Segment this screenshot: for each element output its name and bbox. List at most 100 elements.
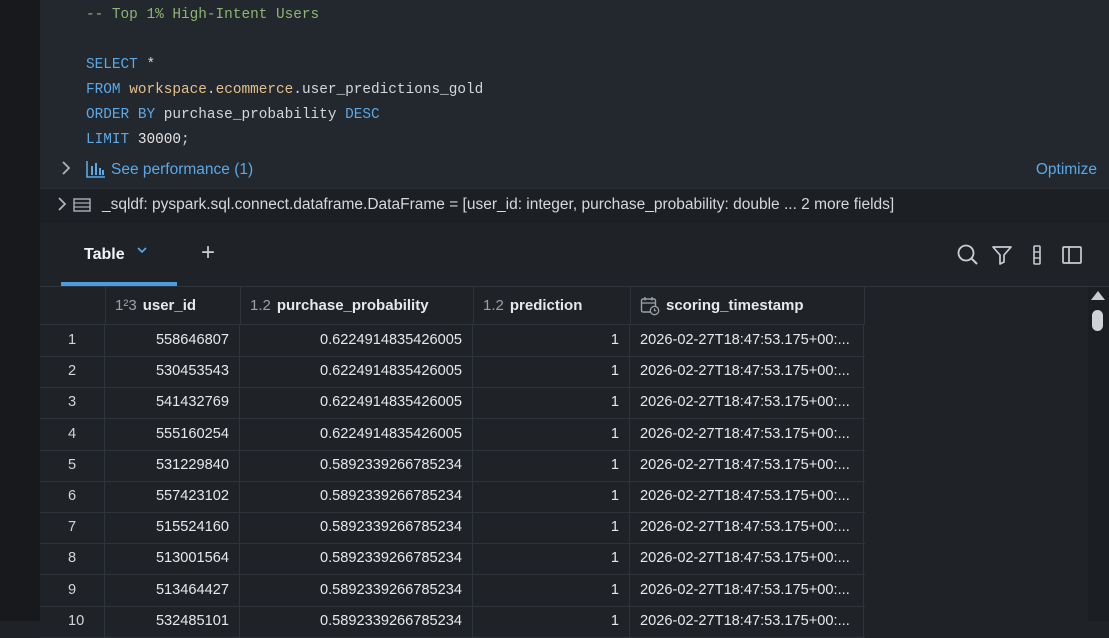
cell-user-id[interactable]: 513464427 <box>105 574 240 606</box>
column-name: user_id <box>142 297 197 314</box>
cell-purchase-probability[interactable]: 0.5892339266785234 <box>240 543 473 575</box>
table-row[interactable]: 9 513464427 0.5892339266785234 1 2026-02-27T… <box>40 574 865 607</box>
sql-keyword-limit: LIMIT <box>86 132 130 148</box>
table-row[interactable]: 4 555160254 0.6224914835426005 1 2026-02-27T… <box>40 418 865 451</box>
chevron-right-icon[interactable] <box>61 161 71 178</box>
column-header-prediction[interactable]: 1.2 prediction <box>473 287 631 325</box>
cell-prediction[interactable]: 1 <box>473 512 630 544</box>
chevron-right-icon[interactable] <box>57 197 67 214</box>
double-type-icon: 1.2 <box>483 297 504 314</box>
cell-prediction[interactable]: 1 <box>473 449 630 481</box>
cell-prediction[interactable]: 1 <box>473 356 630 388</box>
search-icon[interactable] <box>956 243 980 267</box>
cell-scoring-timestamp[interactable]: 2026-02-27T18:47:53.175+00:... <box>630 543 864 575</box>
row-index[interactable]: 4 <box>40 418 105 450</box>
row-index[interactable]: 2 <box>40 356 105 388</box>
row-index[interactable]: 5 <box>40 449 105 481</box>
code-line-order: ORDER BY purchase_probability DESC <box>86 105 380 125</box>
row-index[interactable]: 9 <box>40 574 105 606</box>
row-index[interactable]: 10 <box>40 605 105 637</box>
optimize-link[interactable]: Optimize <box>1036 161 1097 179</box>
double-type-icon: 1.2 <box>250 297 271 314</box>
sql-comment: -- Top 1% High-Intent Users <box>86 7 320 23</box>
cell-scoring-timestamp[interactable]: 2026-02-27T18:47:53.175+00:... <box>630 387 864 419</box>
cell-purchase-probability[interactable]: 0.6224914835426005 <box>240 325 473 356</box>
cell-user-id[interactable]: 530453543 <box>105 356 240 388</box>
cell-scoring-timestamp[interactable]: 2026-02-27T18:47:53.175+00:... <box>630 325 864 356</box>
cell-user-id[interactable]: 531229840 <box>105 449 240 481</box>
cell-prediction[interactable]: 1 <box>473 481 630 512</box>
scrollbar-thumb[interactable] <box>1092 310 1103 331</box>
sql-keyword-order-by: ORDER BY <box>86 107 156 123</box>
cell-prediction[interactable]: 1 <box>473 325 630 356</box>
row-index[interactable]: 7 <box>40 512 105 544</box>
cell-scoring-timestamp[interactable]: 2026-02-27T18:47:53.175+00:... <box>630 512 864 544</box>
vertical-scrollbar[interactable] <box>1088 287 1109 621</box>
cell-scoring-timestamp[interactable]: 2026-02-27T18:47:53.175+00:... <box>630 418 864 450</box>
column-name: scoring_timestamp <box>666 297 804 314</box>
cell-scoring-timestamp[interactable]: 2026-02-27T18:47:53.175+00:... <box>630 605 864 637</box>
table-row[interactable]: 10 532485101 0.5892339266785234 1 2026-02-27… <box>40 605 865 638</box>
chevron-down-icon[interactable] <box>136 244 148 259</box>
tab-table-label[interactable]: Table <box>84 246 125 264</box>
sql-catalog: workspace <box>129 82 207 98</box>
cell-scoring-timestamp[interactable]: 2026-02-27T18:47:53.175+00:... <box>630 449 864 481</box>
cell-purchase-probability[interactable]: 0.6224914835426005 <box>240 356 473 388</box>
cell-purchase-probability[interactable]: 0.5892339266785234 <box>240 574 473 606</box>
sql-keyword-desc: DESC <box>345 107 380 123</box>
cell-user-id[interactable]: 515524160 <box>105 512 240 544</box>
row-index[interactable]: 8 <box>40 543 105 575</box>
cell-prediction[interactable]: 1 <box>473 574 630 606</box>
cell-purchase-probability[interactable]: 0.6224914835426005 <box>240 418 473 450</box>
table-row[interactable]: 8 513001564 0.5892339266785234 1 2026-02-27T… <box>40 543 865 576</box>
table-row[interactable]: 1 558646807 0.6224914835426005 1 2026-02-27T… <box>40 325 865 357</box>
cell-user-id[interactable]: 557423102 <box>105 481 240 512</box>
sql-star: * <box>137 57 156 73</box>
side-panel-icon[interactable] <box>1060 243 1084 267</box>
cell-purchase-probability[interactable]: 0.5892339266785234 <box>240 512 473 544</box>
filter-icon[interactable] <box>990 243 1014 267</box>
cell-scoring-timestamp[interactable]: 2026-02-27T18:47:53.175+00:... <box>630 574 864 606</box>
row-index-header <box>40 287 106 325</box>
cell-scoring-timestamp[interactable]: 2026-02-27T18:47:53.175+00:... <box>630 481 864 512</box>
see-performance-link[interactable]: See performance (1) <box>111 161 253 179</box>
cell-purchase-probability[interactable]: 0.5892339266785234 <box>240 605 473 637</box>
cell-prediction[interactable]: 1 <box>473 387 630 419</box>
cell-user-id[interactable]: 555160254 <box>105 418 240 450</box>
add-tab-button[interactable]: + <box>201 240 215 266</box>
column-settings-icon[interactable] <box>1026 243 1050 267</box>
cell-prediction[interactable]: 1 <box>473 543 630 575</box>
table-icon <box>73 198 91 217</box>
cell-scoring-timestamp[interactable]: 2026-02-27T18:47:53.175+00:... <box>630 356 864 388</box>
cell-prediction[interactable]: 1 <box>473 605 630 637</box>
cell-user-id[interactable]: 532485101 <box>105 605 240 637</box>
column-header-purchase-probability[interactable]: 1.2 purchase_probability <box>240 287 474 325</box>
sql-schema: ecommerce <box>215 82 294 98</box>
cell-purchase-probability[interactable]: 0.5892339266785234 <box>240 481 473 512</box>
cell-user-id[interactable]: 558646807 <box>105 325 240 356</box>
column-header-user-id[interactable]: 1²3 user_id <box>105 287 241 325</box>
table-row[interactable]: 7 515524160 0.5892339266785234 1 2026-02-27T… <box>40 512 865 545</box>
sql-keyword-select: SELECT <box>86 57 138 73</box>
bar-chart-icon <box>86 160 106 183</box>
cell-purchase-probability[interactable]: 0.6224914835426005 <box>240 387 473 419</box>
column-header-scoring-timestamp[interactable]: scoring_timestamp <box>630 287 865 325</box>
cell-user-id[interactable]: 513001564 <box>105 543 240 575</box>
table-row[interactable]: 3 541432769 0.6224914835426005 1 2026-02-27T… <box>40 387 865 420</box>
sql-order-column: purchase_probability <box>163 107 337 123</box>
row-index[interactable]: 3 <box>40 387 105 419</box>
table-row[interactable]: 6 557423102 0.5892339266785234 1 2026-02-27T… <box>40 481 865 513</box>
integer-type-icon: 1²3 <box>115 297 137 314</box>
cell-purchase-probability[interactable]: 0.5892339266785234 <box>240 449 473 481</box>
cell-user-id[interactable]: 541432769 <box>105 387 240 419</box>
scroll-up-arrow-icon[interactable] <box>1091 291 1105 300</box>
row-index[interactable]: 1 <box>40 325 105 356</box>
cell-prediction[interactable]: 1 <box>473 418 630 450</box>
table-row[interactable]: 2 530453543 0.6224914835426005 1 2026-02-27T… <box>40 356 865 389</box>
sql-semicolon: ; <box>181 132 190 148</box>
left-gutter <box>0 0 40 621</box>
code-comment-line: -- Top 1% High-Intent Users <box>86 5 319 25</box>
row-index[interactable]: 6 <box>40 481 105 512</box>
table-row[interactable]: 5 531229840 0.5892339266785234 1 2026-02-27T… <box>40 449 865 482</box>
code-line-select: SELECT * <box>86 55 155 75</box>
